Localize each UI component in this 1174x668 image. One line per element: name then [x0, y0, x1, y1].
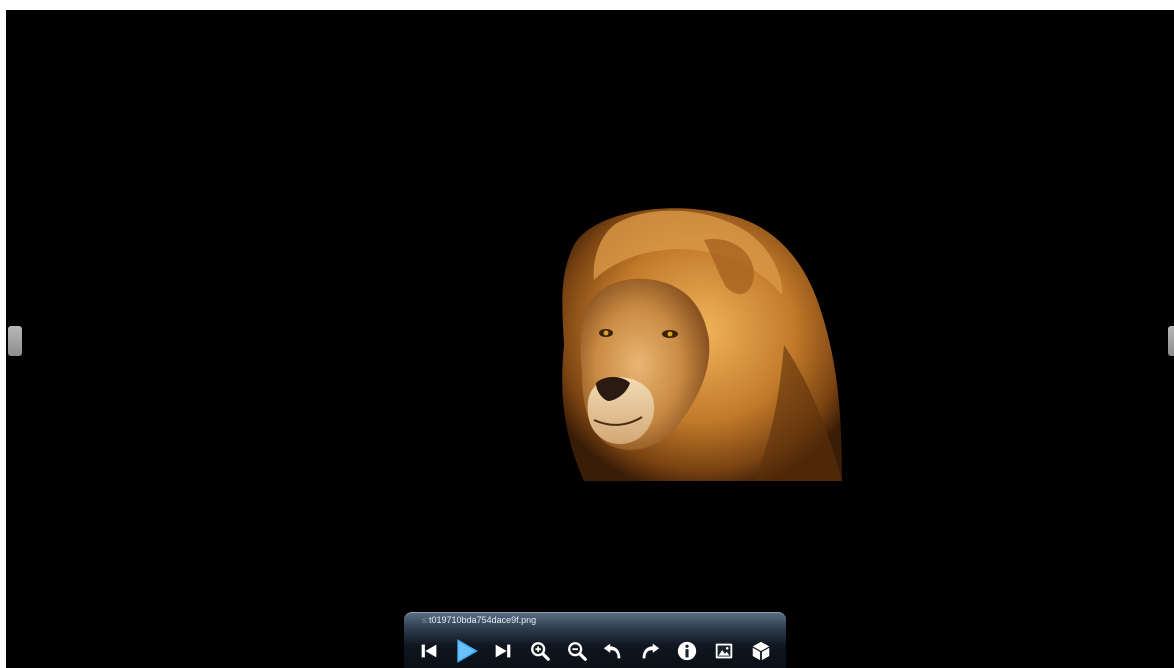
rotate-left-icon — [604, 643, 621, 659]
filename-prefix: s: — [422, 615, 430, 625]
zoom-out-button[interactable] — [562, 636, 592, 666]
picture-icon — [715, 643, 733, 659]
3d-button[interactable] — [746, 636, 776, 666]
rotate-right-icon — [642, 643, 660, 659]
3d-cube-icon — [752, 641, 770, 661]
skip-previous-icon — [421, 644, 437, 658]
next-image-handle[interactable] — [1168, 326, 1174, 356]
viewer-toolbar: s:t019710bda754dace9f.png — [404, 612, 786, 668]
zoom-in-button[interactable] — [525, 636, 555, 666]
picture-button[interactable] — [709, 636, 739, 666]
next-button[interactable] — [488, 636, 518, 666]
toolbar-button-row — [414, 636, 776, 666]
skip-next-icon — [495, 644, 511, 658]
zoom-in-icon — [530, 642, 550, 661]
image-viewer-screen: s:t019710bda754dace9f.png — [6, 10, 1174, 668]
info-button[interactable] — [672, 636, 702, 666]
displayed-photo — [562, 208, 842, 481]
filename-text: t019710bda754dace9f.png — [429, 615, 537, 625]
play-icon — [457, 639, 478, 663]
rotate-right-button[interactable] — [635, 636, 665, 666]
info-icon — [677, 641, 697, 661]
play-button[interactable] — [451, 636, 481, 666]
zoom-out-icon — [567, 642, 587, 661]
previous-button[interactable] — [414, 636, 444, 666]
filename-label: s:t019710bda754dace9f.png — [422, 615, 536, 625]
previous-image-handle[interactable] — [8, 326, 22, 356]
rotate-left-button[interactable] — [598, 636, 628, 666]
